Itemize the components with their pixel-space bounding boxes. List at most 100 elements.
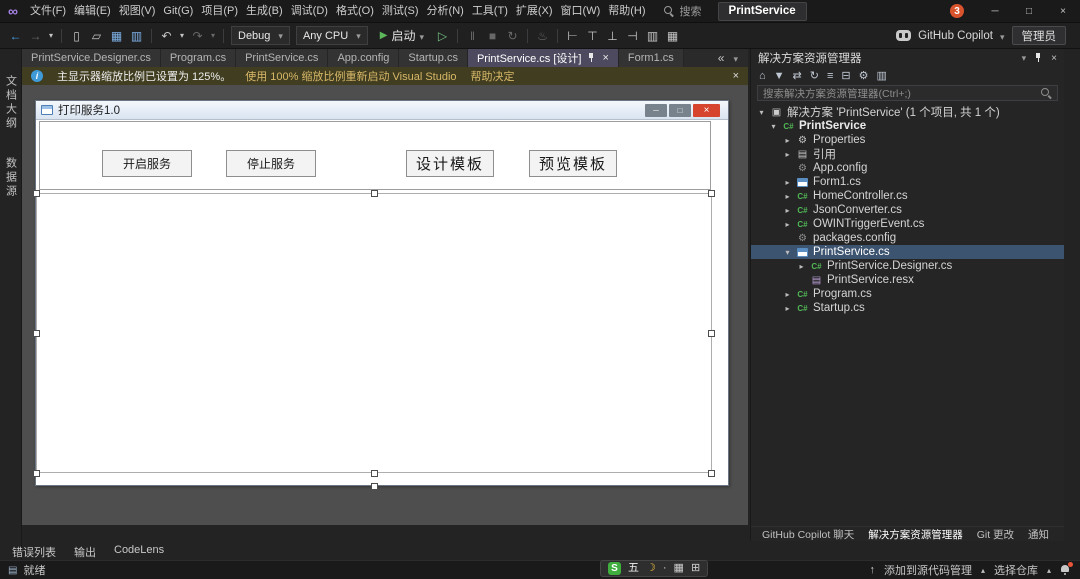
form-resize-grip[interactable]: [371, 483, 378, 490]
collapse-all-icon[interactable]: ⊟: [841, 69, 850, 82]
designer-button[interactable]: 停止服务: [226, 150, 316, 177]
tree-item[interactable]: ▸ Form1.cs: [751, 175, 1064, 189]
selection-handle[interactable]: [708, 470, 715, 477]
hot-reload-icon[interactable]: ♨: [533, 26, 552, 46]
punctuation-icon[interactable]: ·: [663, 563, 667, 574]
forward-icon[interactable]: →: [26, 26, 45, 46]
selection-handle[interactable]: [708, 190, 715, 197]
window-position-icon[interactable]: [1022, 53, 1027, 64]
back-icon[interactable]: ←: [6, 26, 25, 46]
halfwidth-moon-icon[interactable]: ☽: [646, 563, 656, 574]
tree-expander-icon[interactable]: ▸: [783, 150, 792, 159]
restart-debugging-icon[interactable]: ↻: [503, 26, 522, 46]
designer-button[interactable]: 设计模板: [406, 150, 494, 177]
input-mode-label[interactable]: 五: [628, 563, 639, 574]
help-me-decide-link[interactable]: 帮助决定: [471, 68, 515, 84]
quick-search[interactable]: 搜索: [664, 3, 702, 19]
panel-tab[interactable]: 解决方案资源管理器: [861, 527, 970, 542]
selection-handle[interactable]: [33, 330, 40, 337]
copilot-dropdown-icon[interactable]: [1000, 29, 1005, 43]
tree-item[interactable]: ▸ Program.cs: [751, 287, 1064, 301]
form-main-panel[interactable]: [36, 193, 712, 473]
tree-item[interactable]: ▸ HomeController.cs: [751, 189, 1064, 203]
menu-item[interactable]: 编辑(E): [70, 0, 115, 22]
make-same-width-icon[interactable]: ▥: [643, 26, 662, 46]
sogou-logo[interactable]: S: [608, 562, 621, 575]
tree-item[interactable]: ▸ JsonConverter.cs: [751, 203, 1064, 217]
add-to-source-control-button[interactable]: 添加到源代码管理: [884, 562, 972, 578]
close-panel-icon[interactable]: [1051, 53, 1057, 64]
undo-dropdown-icon[interactable]: ▾: [177, 26, 187, 46]
tree-expander-icon[interactable]: ▾: [783, 248, 792, 257]
bottom-panel-tab[interactable]: 输出: [66, 543, 104, 561]
menu-item[interactable]: 窗口(W): [557, 0, 605, 22]
panel-tab[interactable]: Git 更改: [970, 527, 1021, 542]
tree-expander-icon[interactable]: ▸: [783, 220, 792, 229]
tree-item[interactable]: ▸ PrintService.Designer.cs: [751, 259, 1064, 273]
preview-selected-items-icon[interactable]: ▥: [877, 69, 887, 82]
menu-item[interactable]: 格式(O): [332, 0, 378, 22]
document-tab[interactable]: PrintService.cs [设计]: [468, 49, 619, 67]
select-repository-button[interactable]: 选择仓库: [994, 562, 1038, 578]
tab-list-dropdown-icon[interactable]: [733, 51, 738, 65]
make-same-size-icon[interactable]: ▦: [663, 26, 682, 46]
notifications-bell-icon[interactable]: [1060, 564, 1072, 576]
menu-item[interactable]: 视图(V): [115, 0, 160, 22]
infobar-close-icon[interactable]: [733, 70, 739, 82]
selection-handle[interactable]: [371, 190, 378, 197]
save-icon[interactable]: ▦: [107, 26, 126, 46]
align-tops-icon[interactable]: ⊤: [583, 26, 602, 46]
tree-item[interactable]: ▸ Properties: [751, 133, 1064, 147]
selection-handle[interactable]: [708, 330, 715, 337]
platform-dropdown[interactable]: Any CPU: [296, 26, 368, 45]
soft-keyboard-icon[interactable]: ▦: [674, 563, 684, 574]
close-button[interactable]: [1046, 0, 1080, 23]
document-tab[interactable]: App.config: [328, 49, 399, 67]
open-file-icon[interactable]: ▱: [87, 26, 106, 46]
tree-expander-icon[interactable]: ▸: [783, 206, 792, 215]
refresh-icon[interactable]: ↻: [810, 69, 819, 82]
solution-explorer-search-input[interactable]: 搜索解决方案资源管理器(Ctrl+;): [757, 85, 1058, 101]
new-file-icon[interactable]: ▯: [67, 26, 86, 46]
menu-item[interactable]: 项目(P): [197, 0, 242, 22]
document-tab[interactable]: Form1.cs: [619, 49, 684, 67]
chevron-up-icon[interactable]: [981, 564, 985, 576]
designer-form[interactable]: 打印服务1.0 开启服务停止服务设计模板预览模板: [35, 100, 729, 486]
minimize-button[interactable]: [978, 0, 1012, 23]
restart-at-100-link[interactable]: 使用 100% 缩放比例重新启动 Visual Studio: [245, 68, 456, 84]
tree-expander-icon[interactable]: ▸: [783, 290, 792, 299]
document-tab[interactable]: Startup.cs: [399, 49, 468, 67]
menu-item[interactable]: 调试(D): [287, 0, 332, 22]
solution-name-chip[interactable]: PrintService: [718, 2, 807, 21]
redo-dropdown-icon[interactable]: ▾: [208, 26, 218, 46]
chevron-up-icon[interactable]: [1047, 564, 1051, 576]
start-debugging-button[interactable]: 启动: [374, 26, 430, 46]
forms-designer-canvas[interactable]: 打印服务1.0 开启服务停止服务设计模板预览模板: [22, 85, 748, 525]
selection-handle[interactable]: [371, 470, 378, 477]
tree-item[interactable]: ▸ OWINTriggerEvent.cs: [751, 217, 1064, 231]
github-copilot-label[interactable]: GitHub Copilot: [918, 30, 993, 42]
maximize-button[interactable]: [1012, 0, 1046, 23]
menu-item[interactable]: 分析(N): [423, 0, 468, 22]
selection-handle[interactable]: [33, 190, 40, 197]
background-tasks-icon[interactable]: [8, 565, 17, 576]
close-tab-icon[interactable]: [602, 52, 608, 64]
tree-item[interactable]: ▸ 引用: [751, 147, 1064, 161]
tree-item[interactable]: packages.config: [751, 231, 1064, 245]
bottom-panel-tab[interactable]: CodeLens: [106, 543, 172, 561]
tree-item[interactable]: PrintService.resx: [751, 273, 1064, 287]
bottom-panel-tab[interactable]: 错误列表: [4, 543, 64, 561]
admin-mode-button[interactable]: 管理员: [1012, 26, 1067, 45]
align-rights-icon[interactable]: ⊣: [623, 26, 642, 46]
sync-with-active-document-icon[interactable]: ⇄: [793, 69, 802, 82]
align-middles-icon[interactable]: ⊥: [603, 26, 622, 46]
tree-item[interactable]: ▾ PrintService.cs: [751, 245, 1064, 259]
menu-item[interactable]: 扩展(X): [512, 0, 557, 22]
document-tab[interactable]: Program.cs: [161, 49, 236, 67]
menu-item[interactable]: 生成(B): [242, 0, 287, 22]
switch-views-icon[interactable]: ⌂: [759, 70, 766, 82]
tree-item[interactable]: ▾ PrintService: [751, 119, 1064, 133]
align-lefts-icon[interactable]: ⊢: [563, 26, 582, 46]
tree-expander-icon[interactable]: ▾: [757, 108, 766, 117]
pin-tab-icon[interactable]: [587, 53, 596, 63]
